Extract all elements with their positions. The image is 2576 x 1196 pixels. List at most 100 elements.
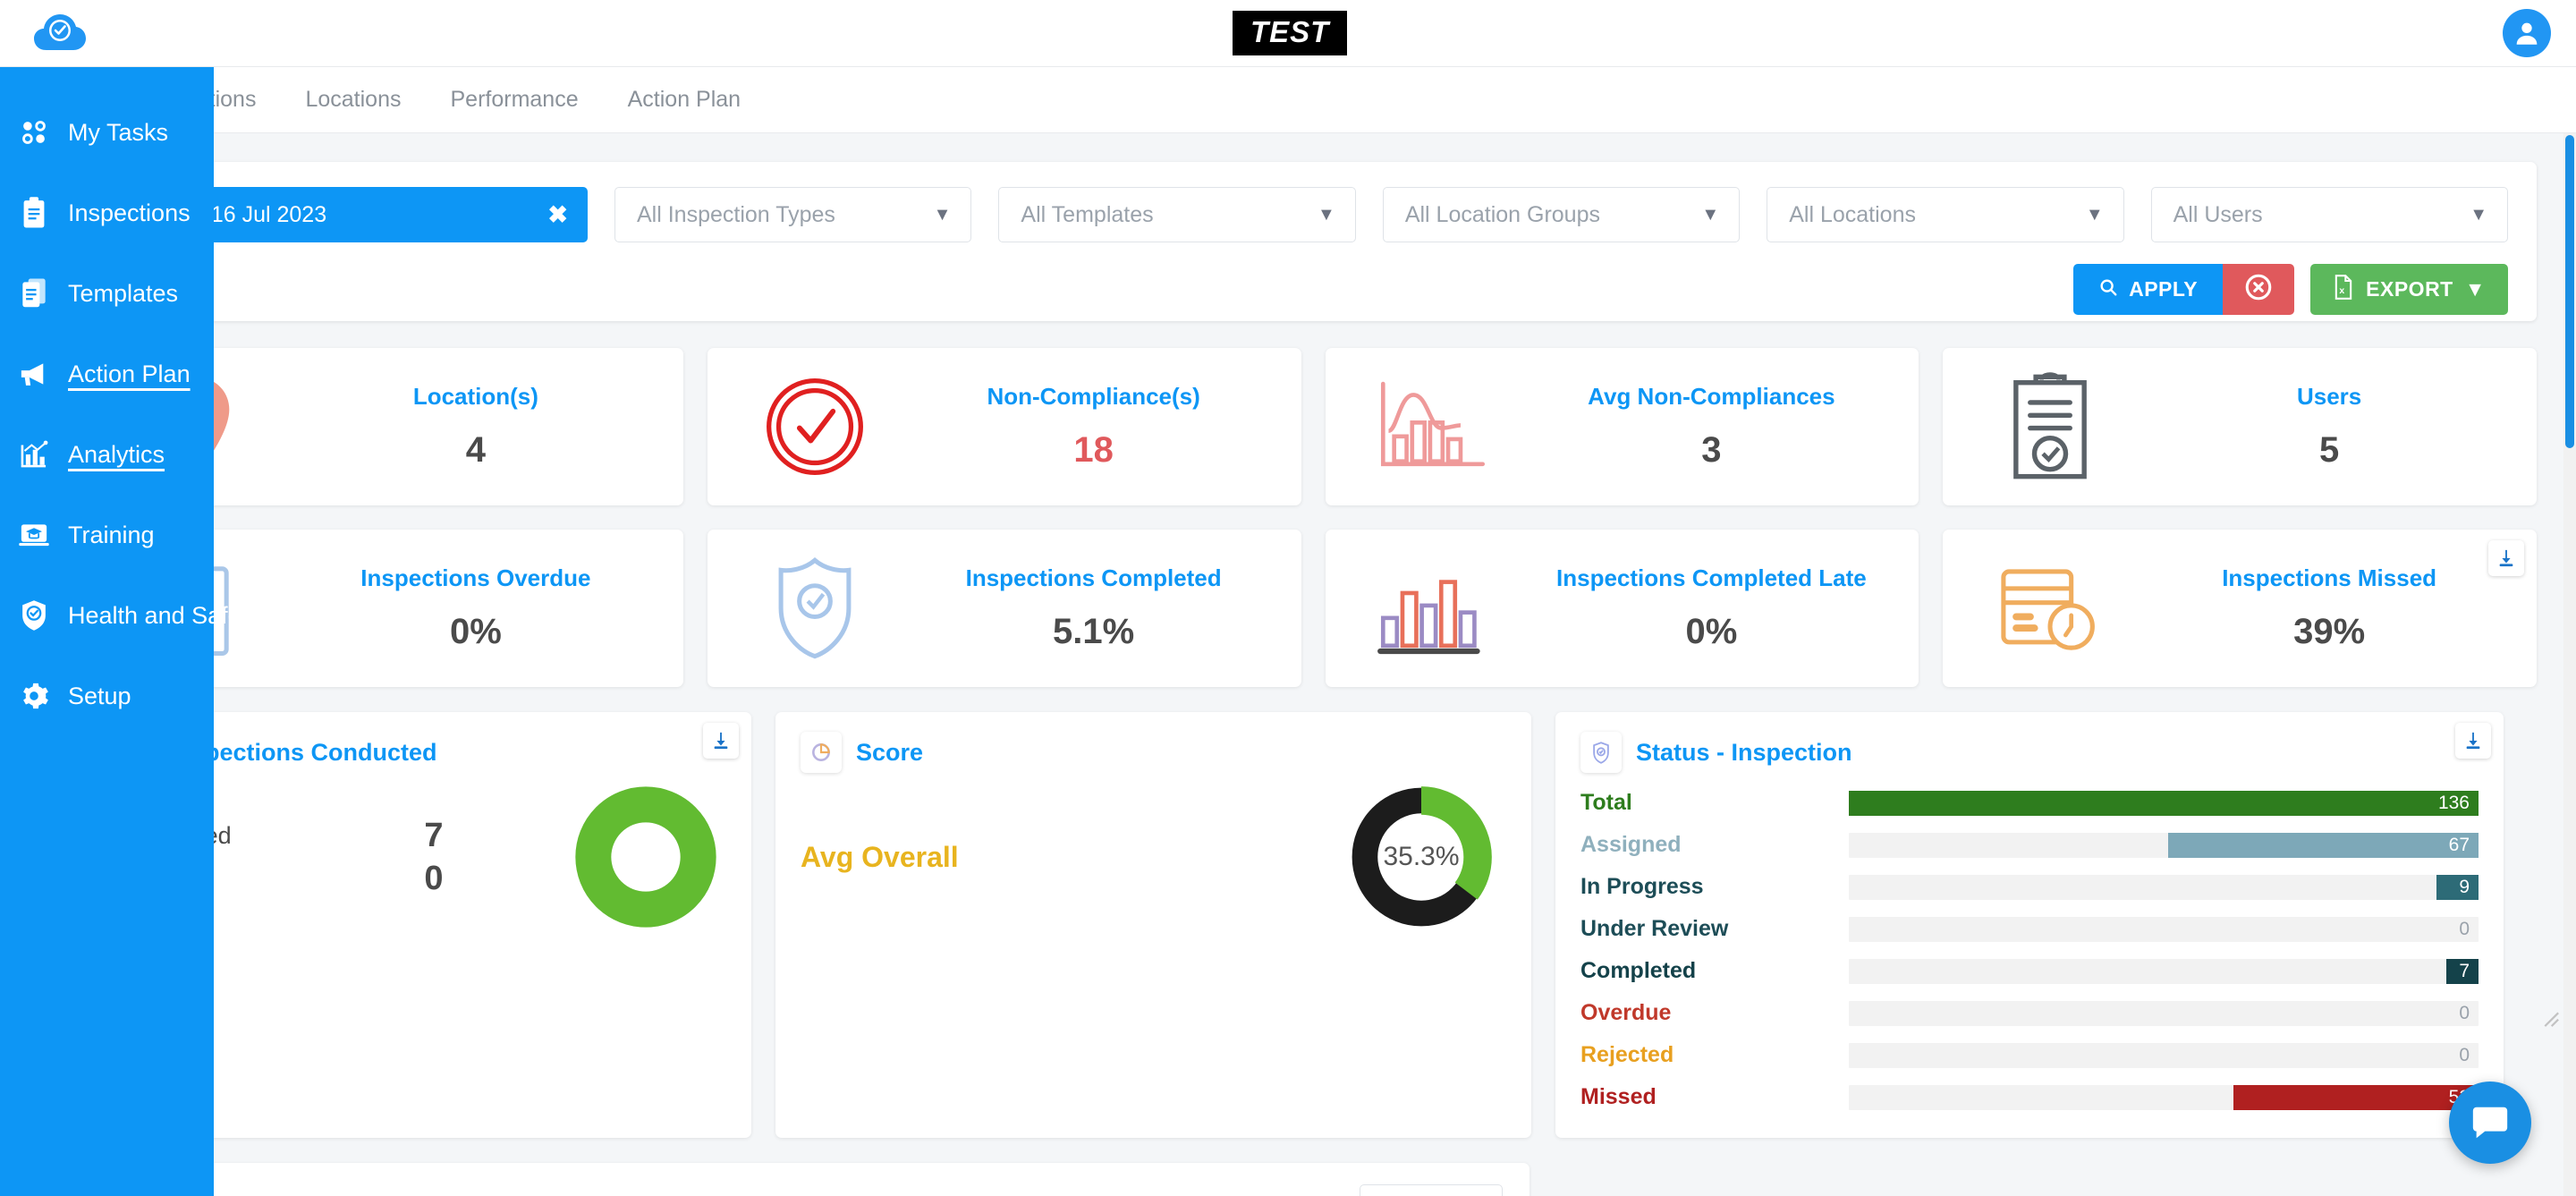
download-icon[interactable] [2488,540,2524,576]
status-row-bar [2168,832,2479,858]
main-tabs: Inspections Locations Performance Action… [0,67,2576,133]
status-row-value: 9 [2459,876,2470,897]
sidebar-item-training[interactable]: Training [0,495,214,575]
cloud-check-icon[interactable] [32,11,88,54]
status-row-value: 7 [2459,960,2470,981]
inspection-score-chart-panel: Inspection Score selected (3) ▼ [89,1163,1530,1196]
status-row-label: In Progress [1580,874,1704,899]
score-percent-label: 35.3% [1383,842,1460,871]
chevron-down-icon: ▼ [1701,204,1720,225]
status-row-track: 53 [1849,1084,2479,1110]
analytics-dashboard: TEST Inspections Locations Performance A… [0,0,2576,1196]
clipboard-icon [13,192,55,233]
download-icon[interactable] [703,723,739,759]
status-row[interactable]: Assigned 67 [1580,824,2479,866]
conducted-row-value: 7 [424,817,444,854]
sidebar-item-inspections[interactable]: Inspections [0,173,214,253]
shield-check-icon [725,555,904,662]
kpi-body: Inspections Completed Late 0% [1522,564,1902,652]
status-row-track: 0 [1849,1042,2479,1068]
kpi-body: Avg Non-Compliances 3 [1522,383,1902,471]
clear-filters-button[interactable] [2223,264,2295,315]
close-x-icon[interactable]: ✖ [547,201,568,229]
kpi-card-inspections-missed[interactable]: Inspections Missed 39% [1943,530,2537,687]
status-row-bar [2436,874,2479,900]
calendar-clock-icon [1961,560,2140,657]
sidebar-label: Health and Safety [68,601,260,629]
shield-check-icon [1580,732,1622,773]
status-row-track: 0 [1849,916,2479,942]
histogram-curve-icon [1343,377,1522,476]
export-button[interactable]: x EXPORT ▼ [2310,264,2508,315]
status-row[interactable]: Under Review 0 [1580,908,2479,950]
kpi-card-users[interactable]: Users 5 [1943,348,2537,505]
documents-icon [13,273,55,314]
status-row[interactable]: Completed 7 [1580,950,2479,992]
download-icon[interactable] [2455,723,2491,759]
kpi-value: 0% [449,612,502,651]
status-row-bar [1849,790,2479,816]
sidebar-item-action-plan[interactable]: Action Plan [0,334,214,414]
kpi-title: Avg Non-Compliances [1588,383,1835,410]
inspection-types-select[interactable]: All Inspection Types ▼ [614,187,972,242]
conducted-row-value: 0 [424,860,444,897]
scrollbar-thumb[interactable] [2565,135,2574,448]
status-row-value: 0 [2459,1002,2470,1023]
select-value: All Inspection Types [637,201,835,227]
score-metric-label: Avg Overall [801,840,959,873]
kpi-body: Users 5 [2140,383,2519,471]
locations-select[interactable]: All Locations ▼ [1767,187,2124,242]
kpi-card-inspections-completed-late[interactable]: Inspections Completed Late 0% [1325,530,1919,687]
chevron-down-icon: ▼ [933,204,952,225]
user-avatar-icon[interactable] [2503,9,2551,57]
select-value: All Users [2173,201,2263,227]
tab-performance[interactable]: Performance [451,87,579,113]
sidebar-item-my-tasks[interactable]: My Tasks [0,92,214,173]
status-row-value: 67 [2448,834,2470,855]
excel-file-icon: x [2333,274,2354,305]
select-value: All Templates [1021,201,1154,227]
location-groups-select[interactable]: All Location Groups ▼ [1382,187,1741,242]
circle-x-icon [2243,272,2274,307]
tab-action-plan[interactable]: Action Plan [628,87,741,113]
donut-chart-icon [801,732,842,773]
kpi-body: Inspections Completed 5.1% [904,564,1284,652]
page-scrollbar[interactable] [2563,133,2576,1196]
filter-actions: APPLY x EXPORT ▼ [118,264,2508,315]
tab-locations[interactable]: Locations [305,87,401,113]
status-row[interactable]: Missed 53 [1580,1076,2479,1118]
kpi-value: 5 [2319,430,2340,470]
filter-row: 2023 - 16 Jul 2023 ✖ All Inspection Type… [118,187,2509,242]
status-row[interactable]: In Progress 9 [1580,866,2479,908]
status-row-label: Missed [1580,1084,1657,1109]
kpi-card-non-compliances[interactable]: Non-Compliance(s) 18 [707,348,1301,505]
kpi-body: Location(s) 4 [286,383,665,471]
status-row-value: 136 [2437,792,2470,813]
sidebar-item-health-and-safety[interactable]: Health and Safety [0,575,260,656]
status-row[interactable]: Total 136 [1580,782,2479,824]
sidebar-item-analytics[interactable]: Analytics [0,414,214,495]
filter-panel: 2023 - 16 Jul 2023 ✖ All Inspection Type… [89,162,2537,321]
apply-button[interactable]: APPLY [2073,264,2224,315]
kpi-card-avg-non-compliances[interactable]: Avg Non-Compliances 3 [1325,348,1919,505]
status-row-bar [2233,1084,2479,1110]
sidebar-label: Inspections [68,199,191,226]
kpi-grid: Location(s) 4 Non-Compliance(s) 18 Avg N… [89,348,2537,687]
chat-bubble-icon[interactable] [2449,1081,2531,1164]
sidebar-item-templates[interactable]: Templates [0,253,214,334]
series-select[interactable]: selected (3) ▼ [1360,1184,1503,1196]
sidebar-label: Training [68,521,155,548]
kpi-title: Non-Compliance(s) [987,383,1200,410]
kpi-value: 0% [1685,612,1738,651]
users-select[interactable]: All Users ▼ [2150,187,2509,242]
sidebar-item-setup[interactable]: Setup [0,656,214,736]
status-row[interactable]: Rejected 0 [1580,1034,2479,1076]
four-dots-icon [13,112,55,153]
status-rows: Total 136 Assigned 67 In Progress 9 Under Revi… [1580,782,2479,1118]
status-row[interactable]: Overdue 0 [1580,992,2479,1034]
chevron-down-icon: ▼ [2085,204,2104,225]
kpi-card-inspections-completed[interactable]: Inspections Completed 5.1% [707,530,1301,687]
templates-select[interactable]: All Templates ▼ [998,187,1356,242]
resize-grip-icon[interactable] [2537,1005,2560,1028]
kpi-value: 5.1% [1053,612,1135,651]
